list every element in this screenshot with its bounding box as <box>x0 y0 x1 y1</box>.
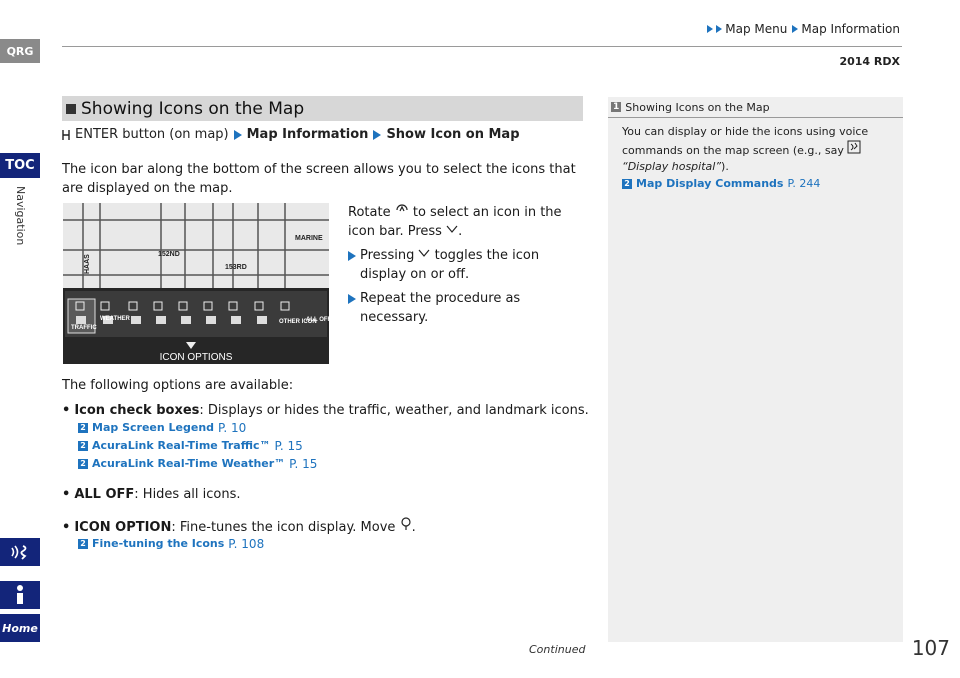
arrow-icon <box>716 25 723 33</box>
reference-text[interactable]: Fine-tuning the Icons <box>92 535 224 553</box>
reference-page[interactable]: P. 10 <box>218 419 246 437</box>
enter-button-icon <box>62 129 70 140</box>
reference-icon: 2 <box>78 441 88 451</box>
bullet: • <box>62 403 71 418</box>
option-desc: : Hides all icons. <box>134 487 241 502</box>
path-step: Show Icon on Map <box>386 127 520 142</box>
reference-icon: 2 <box>622 179 632 189</box>
press-icon <box>446 225 458 233</box>
option-desc: : Fine-tunes the icon display. Move <box>171 520 396 535</box>
qrg-button[interactable]: QRG <box>0 39 40 63</box>
map-footer-label: ICON OPTIONS <box>160 352 233 363</box>
move-down-icon <box>400 517 411 530</box>
street-label: 152ND <box>158 251 180 258</box>
breadcrumb-item[interactable]: Map Information <box>801 22 900 36</box>
option-item: • Icon check boxes: Displays or hides the… <box>62 403 589 418</box>
option-name: ICON OPTION <box>74 520 172 535</box>
reference-page[interactable]: P. 15 <box>275 437 303 455</box>
section-title-text: Showing Icons on the Map <box>81 98 305 119</box>
intro-paragraph: The icon bar along the bottom of the scr… <box>62 162 576 196</box>
step-pressing: Pressing toggles the icon display on or … <box>348 246 588 284</box>
toc-button[interactable]: TOC <box>0 153 40 178</box>
path-step: Map Information <box>246 127 369 142</box>
info-button[interactable] <box>0 581 40 609</box>
header-divider <box>62 46 902 47</box>
reference-icon: 2 <box>78 423 88 433</box>
steps: Rotate to select an icon in the icon bar… <box>348 202 588 327</box>
sidenote-example: “Display hospital” <box>622 160 722 173</box>
reference-link[interactable]: 2 Fine-tuning the Icons P. 108 <box>78 535 264 553</box>
options-intro: The following options are available: <box>62 378 294 393</box>
voice-command-button[interactable] <box>0 538 40 566</box>
arrow-icon <box>792 25 799 33</box>
page-number: 107 <box>911 636 950 660</box>
reference-page[interactable]: P. 108 <box>228 535 264 553</box>
bullet: • <box>62 520 71 535</box>
street-label: MARINE <box>295 235 323 242</box>
sidenote-panel: 1 Showing Icons on the Map You can displ… <box>608 97 903 642</box>
arrow-icon <box>373 129 382 140</box>
reference-link[interactable]: 2 AcuraLink Real-Time Weather™ P. 15 <box>78 455 317 473</box>
arrow-icon <box>707 25 714 33</box>
home-icon: Home <box>2 621 38 635</box>
reference-text[interactable]: AcuraLink Real-Time Weather™ <box>92 455 285 473</box>
info-icon <box>17 585 23 604</box>
breadcrumb: Map Menu Map Information <box>707 22 900 36</box>
model-label: 2014 RDX <box>839 55 900 68</box>
path-start: ENTER button (on map) <box>75 127 229 142</box>
reference-icon: 2 <box>78 539 88 549</box>
breadcrumb-item[interactable]: Map Menu <box>725 22 787 36</box>
reference-text[interactable]: Map Display Commands <box>636 176 783 192</box>
note-tag-icon: 1 <box>611 102 622 112</box>
option-name: ALL OFF <box>74 487 135 502</box>
street-label: 153RD <box>225 264 247 271</box>
step-text: Rotate <box>348 205 391 220</box>
reference-link[interactable]: 2 AcuraLink Real-Time Traffic™ P. 15 <box>78 437 317 455</box>
icon-option-label: WEATHER <box>100 316 131 322</box>
reference-text[interactable]: Map Screen Legend <box>92 419 214 437</box>
section-title: Showing Icons on the Map <box>62 96 583 121</box>
sidenote-text: You can display or hide the icons using … <box>622 125 869 157</box>
icon-option-label: TRAFFIC <box>71 325 97 331</box>
square-bullet-icon <box>66 103 76 114</box>
bullet: • <box>62 487 71 502</box>
reference-page[interactable]: P. 244 <box>787 176 820 192</box>
home-button[interactable]: Home <box>0 614 40 642</box>
step-repeat: Repeat the procedure as necessary. <box>348 289 588 327</box>
step-rotate: Rotate to select an icon in the icon bar… <box>348 202 588 241</box>
step-text: Repeat the procedure as necessary. <box>360 291 521 325</box>
press-icon <box>419 249 430 257</box>
reference-list: 2 Fine-tuning the Icons P. 108 <box>78 535 264 553</box>
sidenote-title-text: Showing Icons on the Map <box>625 100 770 114</box>
knob-icon <box>396 204 408 212</box>
icon-option-label: ALL OFF <box>306 317 329 323</box>
reference-page[interactable]: P. 15 <box>289 455 317 473</box>
option-item: • ALL OFF: Hides all icons. <box>62 487 241 502</box>
arrow-icon <box>348 251 356 261</box>
talk-button-icon <box>847 140 861 154</box>
reference-link[interactable]: 2 Map Display Commands P. 244 <box>622 176 820 192</box>
sidenote-title: 1 Showing Icons on the Map <box>608 97 903 118</box>
option-name: Icon check boxes <box>74 403 200 418</box>
reference-text[interactable]: AcuraLink Real-Time Traffic™ <box>92 437 271 455</box>
street-label: HAAS <box>84 254 91 274</box>
continued-label: Continued <box>529 643 586 656</box>
procedure-path: ENTER button (on map) Map Information Sh… <box>62 127 520 142</box>
arrow-icon <box>233 129 242 140</box>
reference-link[interactable]: 2 Map Screen Legend P. 10 <box>78 419 317 437</box>
voice-command-icon <box>11 545 27 560</box>
reference-list: 2 Map Screen Legend P. 10 2 AcuraLink Real-… <box>78 419 317 473</box>
sidenote-body: You can display or hide the icons using … <box>622 125 869 192</box>
arrow-icon <box>348 294 356 304</box>
section-label: Navigation <box>14 186 27 246</box>
map-screenshot: ICON OPTIONS MARINE 152ND 153RD HAAS TRAFFIC… <box>63 203 329 364</box>
step-text: Pressing <box>360 248 415 263</box>
option-desc: : Displays or hides the traffic, weather… <box>199 403 589 418</box>
reference-icon: 2 <box>78 459 88 469</box>
option-item: • ICON OPTION: Fine-tunes the icon displa… <box>62 517 416 535</box>
